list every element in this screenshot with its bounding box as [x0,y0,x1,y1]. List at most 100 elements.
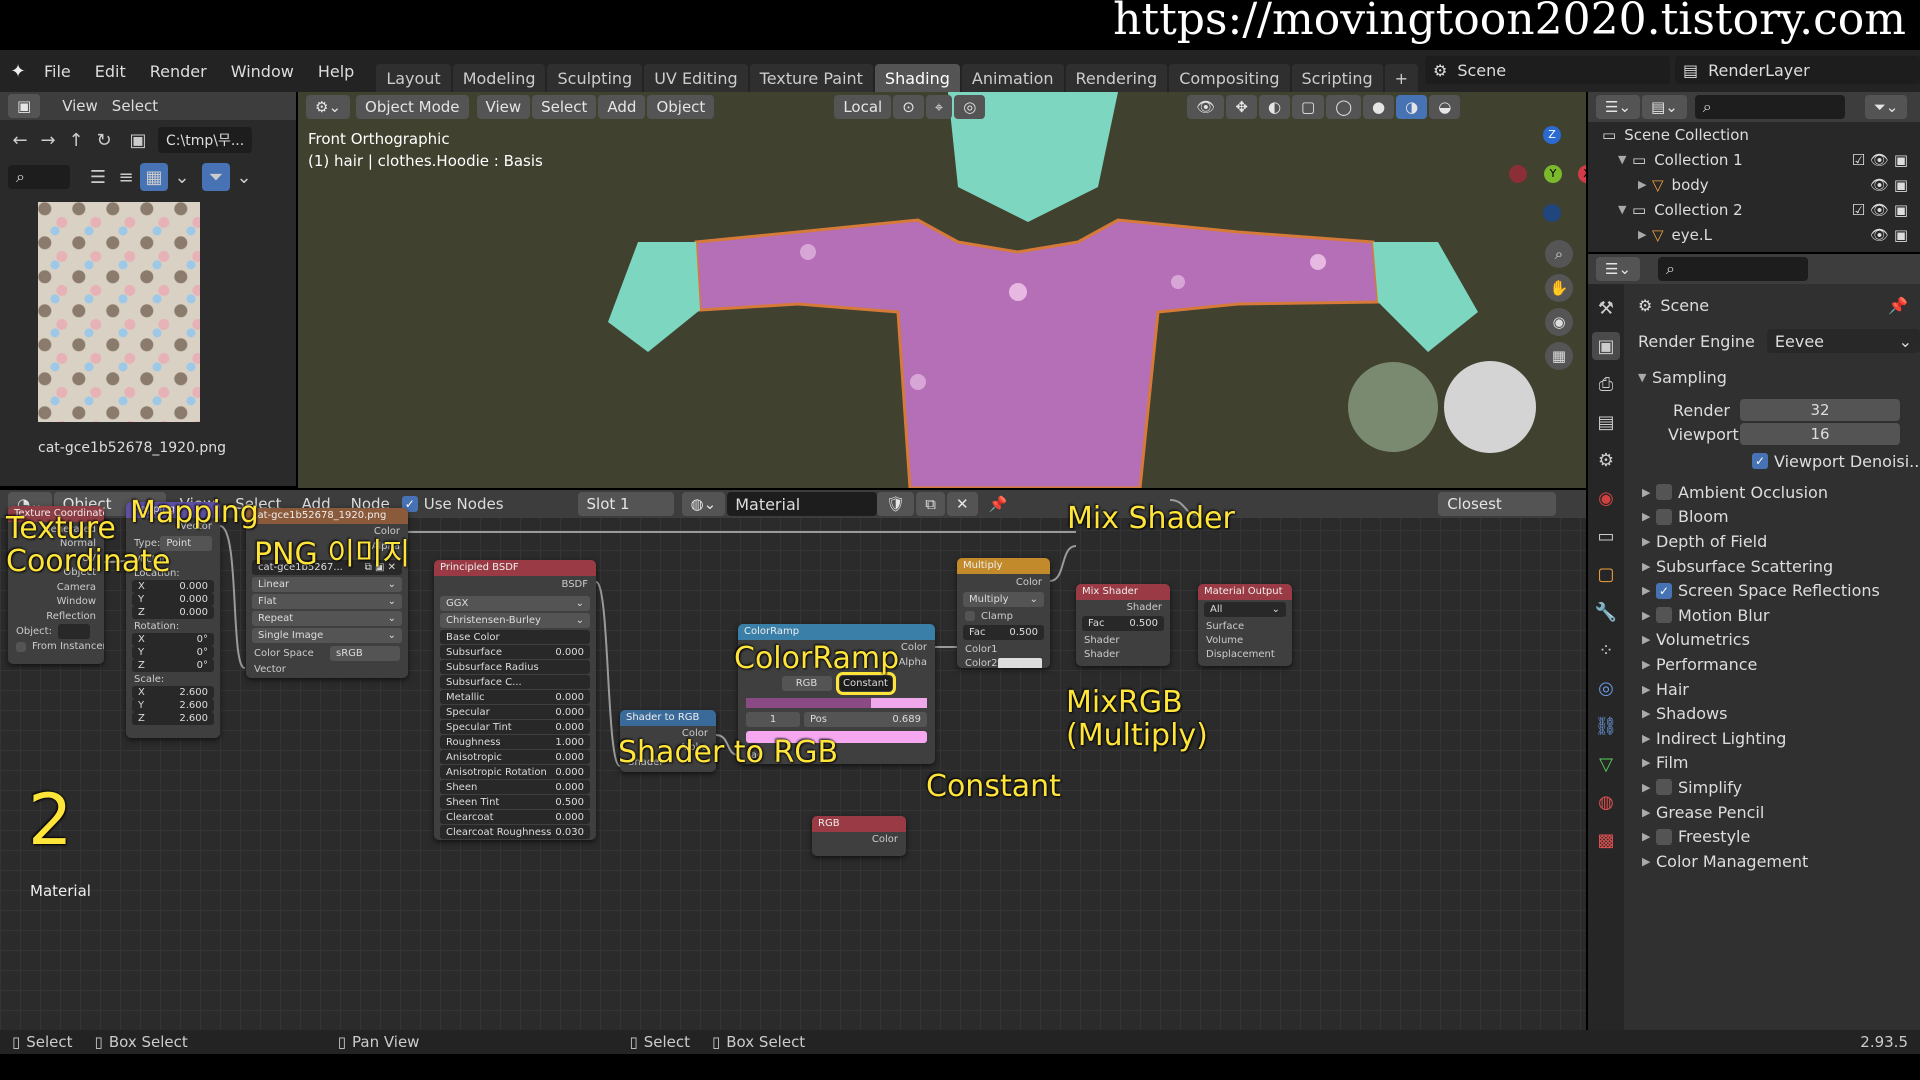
list-vertical-icon[interactable]: ☰ [84,163,112,191]
chevron-down-icon[interactable]: ⌄ [168,163,196,191]
menu-render[interactable]: Render [138,62,219,81]
render-section-row[interactable]: ▶ Film [1628,751,1920,776]
xray-icon[interactable]: ▢ [1292,95,1325,119]
axis-x[interactable]: X [1578,165,1586,183]
visibility-icons[interactable]: 👁 ▣ [1870,176,1908,194]
bsdf-input-row[interactable]: Subsurface 0.000 [440,645,590,659]
expand-icon[interactable]: ▼ [1618,203,1632,216]
bsdf-input-row[interactable]: Anisotropic 0.000 [440,750,590,764]
scale-z[interactable]: 2.600 [179,713,208,724]
menu-file[interactable]: File [32,62,83,81]
color-mode-dropdown[interactable]: RGB [781,675,832,691]
render-section-row[interactable]: ▶ Motion Blur [1628,603,1920,628]
bsdf-input-row[interactable]: Specular Tint 0.000 [440,720,590,734]
location-z[interactable]: 0.000 [179,607,208,618]
axis-y[interactable]: Y [1544,165,1562,183]
shader-node-editor[interactable]: ◔⌄ Object View Select Add Node ✓ Use Nod… [0,490,1586,1030]
shading-material-icon[interactable]: ◑ [1396,95,1428,119]
bsdf-input-row[interactable]: Sheen Tint 0.500 [440,795,590,809]
render-section-row[interactable]: ▶ Depth of Field [1628,529,1920,554]
render-samples-field[interactable]: 32 [1740,399,1900,421]
render-section-row[interactable]: ▶ Indirect Lighting [1628,726,1920,751]
vp-menu-view[interactable]: View [476,95,531,119]
expand-icon[interactable]: ▼ [1618,153,1632,166]
section-checkbox[interactable]: ✓ [1656,582,1672,599]
interpolation-dropdown[interactable]: Linear [258,579,289,590]
tab-rendering[interactable]: Rendering [1065,64,1168,92]
thumbnail-view-icon[interactable]: ▦ [140,163,168,191]
outliner-row-eye-l[interactable]: ▶ ▽ eye.L 👁 ▣ [1588,222,1920,247]
bsdf-input-row[interactable]: Roughness 1.000 [440,735,590,749]
stop-index-field[interactable]: 1 [746,712,800,727]
node-image-texture[interactable]: cat-gce1b52678_1920.png Color Alpha cat-… [246,508,408,678]
view-layer-tab-icon[interactable]: ▤ [1592,408,1620,436]
fb-search-input[interactable]: ⌕ [8,165,70,189]
outliner-row-collection-2[interactable]: ▼ ▭ Collection 2 ☑ 👁 ▣ [1588,197,1920,222]
sss-method-dropdown[interactable]: Christensen-Burley [446,615,541,626]
tab-texture-paint[interactable]: Texture Paint [749,64,873,92]
forward-icon[interactable]: → [34,126,62,154]
scene-tab-icon[interactable]: ⚙ [1592,446,1620,474]
menu-window[interactable]: Window [219,62,306,81]
clamp-checkbox[interactable] [965,611,975,621]
object-mode-dropdown[interactable]: Object Mode [356,95,469,119]
render-section-row[interactable]: ▶ ✓ Screen Space Reflections [1628,578,1920,603]
expand-icon[interactable]: ▶ [1638,178,1652,191]
axis-z[interactable]: Z [1543,126,1561,144]
transform-orientation-dropdown[interactable]: Local [834,95,892,119]
node-mix-shader[interactable]: Mix Shader Shader Fac 0.500 Shader Shader [1076,584,1170,666]
bsdf-input-row[interactable]: Metallic 0.000 [440,690,590,704]
pin-icon[interactable]: 📌 [1888,296,1908,315]
rotation-x[interactable]: 0° [197,634,208,645]
extension-dropdown[interactable]: Repeat [258,613,293,624]
axis-neg-x[interactable] [1509,165,1527,183]
object-tab-icon[interactable]: ▢ [1592,560,1620,588]
node-rgb[interactable]: RGB Color [812,816,906,856]
blend-type-dropdown[interactable]: Multiply [969,594,1009,605]
target-dropdown[interactable]: All [1210,604,1222,615]
render-section-row[interactable]: ▶ Subsurface Scattering [1628,554,1920,579]
scale-x[interactable]: 2.600 [179,687,208,698]
viewport-3d[interactable]: ⚙⌄ Object Mode View Select Add Object Lo… [298,92,1586,488]
object-picker[interactable] [57,624,90,639]
bsdf-input-row[interactable]: Base Color [440,630,590,644]
snap-icon[interactable]: ⌖ [925,95,953,119]
color2-swatch[interactable] [998,657,1042,668]
display-mode-button[interactable]: ▤⌄ [1642,95,1687,119]
outliner-type-button[interactable]: ☰⌄ [1596,95,1641,119]
pos-value[interactable]: 0.689 [892,714,921,725]
navigation-gizmo[interactable]: Z Y X [1509,126,1586,222]
location-x[interactable]: 0.000 [179,581,208,592]
viewport-samples-field[interactable]: 16 [1740,423,1900,445]
proportional-edit-icon[interactable]: ◎ [954,95,986,119]
bsdf-input-row[interactable]: Sheen 0.000 [440,780,590,794]
section-checkbox[interactable] [1656,828,1672,845]
tab-shading[interactable]: Shading [874,64,960,92]
tab-scripting[interactable]: Scripting [1291,64,1383,92]
view-layer-selector[interactable]: ▤ RenderLayer [1675,56,1920,84]
section-checkbox[interactable] [1656,484,1672,501]
menu-help[interactable]: Help [306,62,366,81]
node-mix-rgb-multiply[interactable]: Multiply Color Multiply ⌄ Clamp Fac 0.500 … [957,558,1050,668]
render-section-row[interactable]: ▶ Shadows [1628,701,1920,726]
node-principled-bsdf[interactable]: Principled BSDF BSDF GGX ⌄ Christensen-Bu… [434,560,596,840]
viewport-denoise-row[interactable]: ✓ Viewport Denoisi... [1628,446,1920,476]
blender-logo-icon[interactable]: ✦ [4,57,32,85]
back-icon[interactable]: ← [6,126,34,154]
denoise-checkbox[interactable]: ✓ [1752,453,1768,469]
scene-selector[interactable]: ⚙ Scene [1425,56,1670,84]
vp-menu-add[interactable]: Add [598,95,646,119]
visibility-icons[interactable]: ☑ 👁 ▣ [1852,151,1908,169]
distribution-dropdown[interactable]: GGX [446,598,468,609]
render-section-row[interactable]: ▶ Ambient Occlusion [1628,480,1920,505]
bsdf-input-row[interactable]: Subsurface C... [440,675,590,689]
editor-type-button[interactable]: ▣ [8,94,41,118]
properties-search-input[interactable]: ⌕ [1658,257,1809,281]
section-checkbox[interactable] [1656,779,1672,796]
texture-tab-icon[interactable]: ▩ [1592,826,1620,854]
section-checkbox[interactable] [1656,508,1672,525]
bsdf-input-row[interactable]: Subsurface Radius [440,660,590,674]
particles-tab-icon[interactable]: ⁘ [1592,636,1620,664]
projection-dropdown[interactable]: Flat [258,596,277,607]
visibility-icons[interactable]: ☑ 👁 ▣ [1852,201,1908,219]
